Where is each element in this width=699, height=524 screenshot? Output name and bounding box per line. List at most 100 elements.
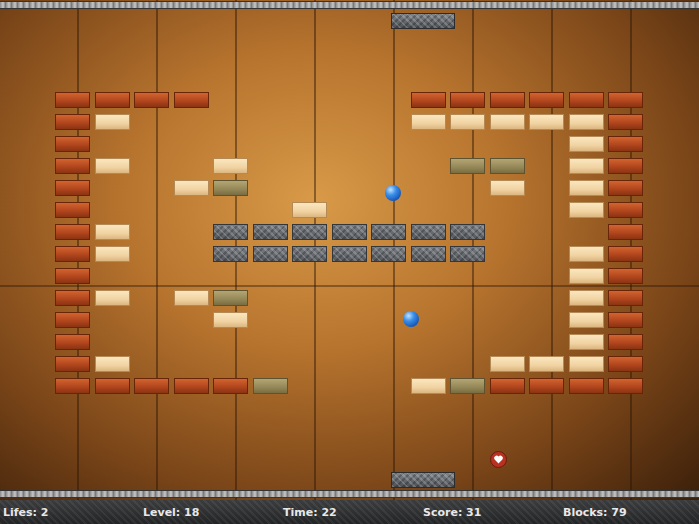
brick — [174, 268, 209, 284]
status-item: Level: 18 — [143, 506, 283, 519]
brick — [174, 312, 209, 328]
brick — [371, 224, 406, 240]
brick — [332, 158, 367, 174]
brick — [529, 334, 564, 350]
brick — [529, 136, 564, 152]
brick — [450, 378, 485, 394]
brick — [55, 136, 90, 152]
brick — [174, 334, 209, 350]
brick — [371, 334, 406, 350]
brick — [411, 114, 446, 130]
brick — [490, 180, 525, 196]
brick — [292, 92, 327, 108]
brick — [253, 136, 288, 152]
brick — [411, 246, 446, 262]
brick — [174, 136, 209, 152]
brick — [450, 114, 485, 130]
brick — [608, 136, 643, 152]
brick — [332, 136, 367, 152]
brick — [490, 334, 525, 350]
brick — [569, 290, 604, 306]
brick — [569, 224, 604, 240]
brick — [450, 268, 485, 284]
brick — [490, 378, 525, 394]
brick — [450, 180, 485, 196]
brick — [569, 246, 604, 262]
brick — [253, 378, 288, 394]
brick — [332, 202, 367, 218]
brick — [213, 136, 248, 152]
brick — [55, 224, 90, 240]
brick — [95, 378, 130, 394]
brick — [55, 334, 90, 350]
brick — [332, 246, 367, 262]
brick — [95, 114, 130, 130]
brick — [450, 334, 485, 350]
brick — [332, 224, 367, 240]
brick — [411, 92, 446, 108]
brick — [292, 334, 327, 350]
brick — [608, 246, 643, 262]
brick — [292, 180, 327, 196]
brick — [608, 290, 643, 306]
brick — [490, 158, 525, 174]
brick — [213, 356, 248, 372]
brick — [490, 114, 525, 130]
brick — [55, 114, 90, 130]
brick — [569, 136, 604, 152]
brick — [569, 114, 604, 130]
brick — [95, 92, 130, 108]
brick — [292, 268, 327, 284]
brick — [371, 356, 406, 372]
brick — [371, 312, 406, 328]
brick — [411, 378, 446, 394]
brick — [174, 356, 209, 372]
brick — [490, 290, 525, 306]
brick — [608, 334, 643, 350]
brick — [55, 158, 90, 174]
playfield — [0, 0, 699, 500]
brick — [411, 356, 446, 372]
brick — [450, 290, 485, 306]
brick — [450, 136, 485, 152]
brick — [292, 158, 327, 174]
brick — [371, 202, 406, 218]
brick — [332, 356, 367, 372]
brick — [174, 202, 209, 218]
brick — [411, 224, 446, 240]
paddle[interactable] — [391, 13, 455, 29]
brick — [134, 92, 169, 108]
brick — [174, 246, 209, 262]
brick — [95, 290, 130, 306]
brick — [529, 224, 564, 240]
brick — [213, 312, 248, 328]
brick — [450, 312, 485, 328]
brick — [174, 114, 209, 130]
paddle[interactable] — [391, 472, 455, 488]
brick — [55, 268, 90, 284]
brick — [490, 92, 525, 108]
brick — [411, 180, 446, 196]
brick — [569, 92, 604, 108]
brick — [213, 158, 248, 174]
brick — [569, 334, 604, 350]
brick — [174, 378, 209, 394]
brick — [608, 180, 643, 196]
brick — [569, 202, 604, 218]
brick — [213, 92, 248, 108]
status-item: Time: 22 — [283, 506, 423, 519]
brick — [55, 202, 90, 218]
brick — [213, 180, 248, 196]
brick — [134, 158, 169, 174]
brick — [529, 158, 564, 174]
brick — [134, 268, 169, 284]
brick — [213, 246, 248, 262]
brick — [253, 114, 288, 130]
brick — [529, 268, 564, 284]
barbed-wire — [0, 1, 699, 9]
brick — [569, 158, 604, 174]
brick — [253, 202, 288, 218]
brick — [490, 312, 525, 328]
brick — [253, 158, 288, 174]
brick — [134, 334, 169, 350]
